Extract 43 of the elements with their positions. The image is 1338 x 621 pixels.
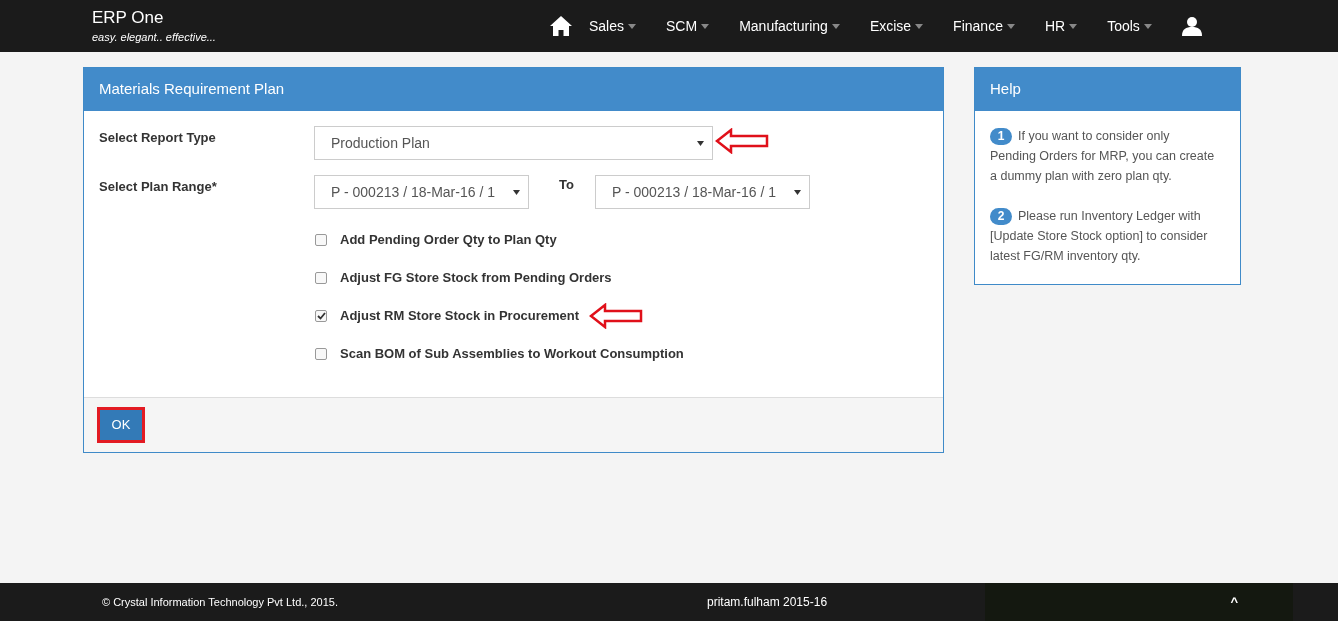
help-text: 2 Please run Inventory Ledger with [Update Store Stock option] to consider latest FG/RM inventory qty.	[990, 207, 1209, 265]
panel-title: Materials Requirement Plan	[99, 79, 285, 100]
ok-button[interactable]: OK	[97, 407, 145, 443]
nav-menu-item[interactable]: Sales	[589, 15, 637, 37]
caret-icon	[1143, 23, 1152, 29]
copyright-text: © Crystal Information Technology Pvt Ltd., 2015.	[102, 594, 339, 610]
caret-icon	[915, 23, 924, 29]
field-label: Select Report Type	[99, 129, 217, 147]
caret-icon	[697, 140, 704, 146]
option-label: Add Pending Order Qty to Plan Qty	[340, 231, 557, 250]
help-text: 1 If you want to consider only Pending Orders for MRP, you can create a dummy plan with zero plan qty.	[990, 127, 1216, 185]
dropdown-field[interactable]: P - 000213 / 18-Mar-16 / 1	[314, 175, 529, 209]
caret-icon	[701, 23, 710, 29]
caret-icon	[1006, 23, 1015, 29]
nav-menu-item[interactable]: Manufacturing	[739, 15, 840, 37]
dropdown-field[interactable]: Production Plan	[314, 126, 713, 160]
user-session-text: pritam.fulham 2015-16	[707, 594, 829, 611]
caret-icon	[513, 189, 520, 195]
dropdown-field[interactable]: P - 000213 / 18-Mar-16 / 1	[595, 175, 810, 209]
checkbox[interactable]	[315, 348, 327, 360]
field-label: Select Plan Range*	[99, 178, 218, 196]
caret-icon	[831, 23, 840, 29]
brand-tagline: easy. elegant.. effective...	[92, 30, 217, 45]
caret-icon	[794, 189, 801, 195]
panel-title: Help	[990, 79, 1021, 100]
range-to-label: To	[558, 176, 575, 194]
option-label: Adjust RM Store Stock in Procurement	[340, 307, 580, 326]
nav-menu-item[interactable]: HR	[1044, 15, 1078, 37]
brand-name[interactable]: ERP One	[92, 7, 545, 29]
home-icon[interactable]	[550, 16, 572, 36]
nav-menu-item[interactable]: Finance	[953, 15, 1015, 37]
checkbox[interactable]	[315, 310, 327, 322]
user-icon[interactable]	[1181, 16, 1202, 36]
scroll-top-button[interactable]: ^	[1230, 592, 1238, 612]
checkbox[interactable]	[315, 234, 327, 246]
option-label: Scan BOM of Sub Assemblies to Workout Consumption	[340, 345, 684, 364]
nav-menu-item[interactable]: Tools	[1107, 15, 1152, 37]
nav-menu-item[interactable]: Excise	[869, 15, 924, 37]
option-label: Adjust FG Store Stock from Pending Orders	[340, 269, 612, 288]
checkbox[interactable]	[315, 272, 327, 284]
nav-menu-item[interactable]: SCM	[666, 15, 710, 37]
caret-icon	[628, 23, 637, 29]
caret-icon	[1069, 23, 1078, 29]
